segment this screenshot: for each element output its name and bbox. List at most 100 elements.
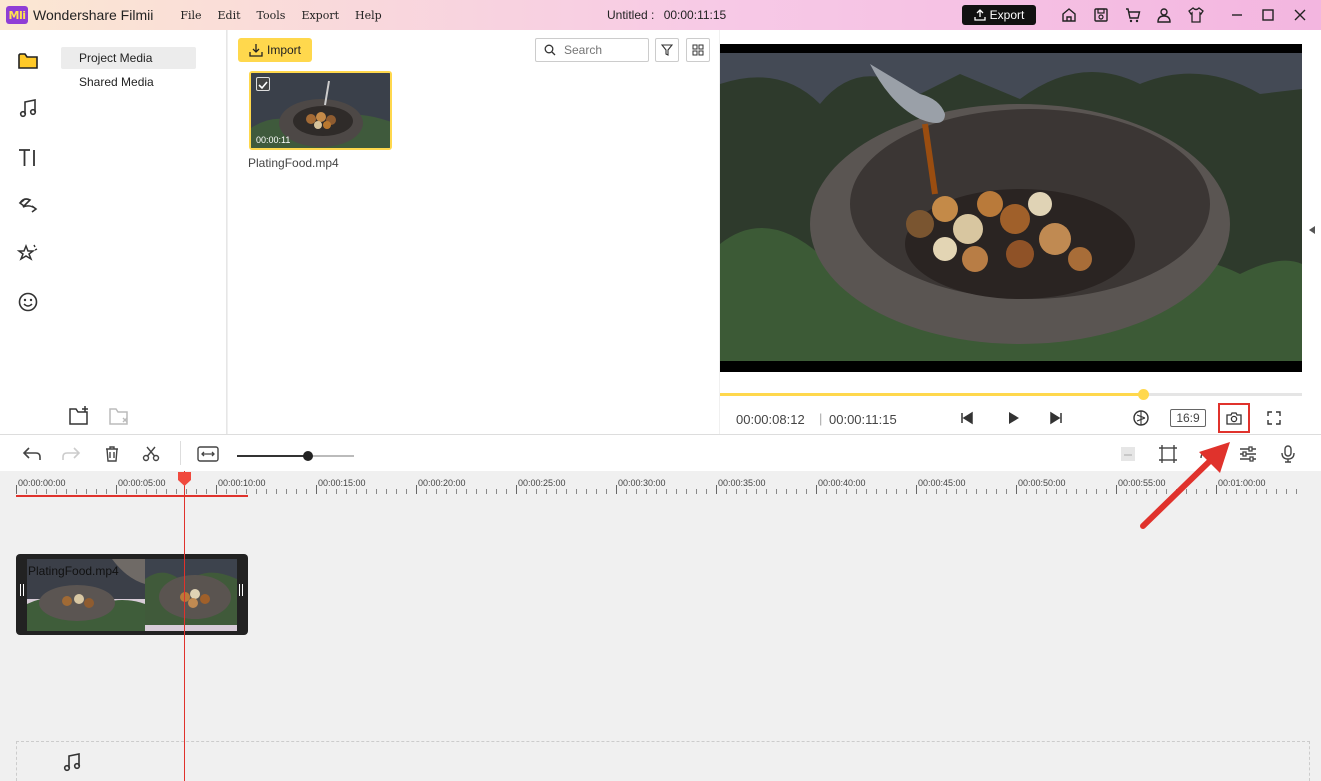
delete-icon[interactable] [101, 443, 123, 465]
ruler-major-tick [16, 485, 17, 494]
menu-export[interactable]: Export [301, 9, 339, 22]
clip-trim-handle-right[interactable] [239, 584, 243, 596]
category-label: Shared Media [79, 75, 154, 89]
ruler-major-tick [816, 485, 817, 494]
effects-icon[interactable] [16, 242, 40, 266]
filter-button[interactable] [655, 38, 679, 62]
search-input[interactable] [564, 43, 644, 57]
folder-icon[interactable] [16, 49, 40, 73]
ruler-tick-label: 00:00:25:00 [518, 478, 566, 488]
ruler-tick-label: 00:00:45:00 [918, 478, 966, 488]
checkbox-checked-icon[interactable] [256, 77, 270, 91]
ruler-tick-label: 00:00:40:00 [818, 478, 866, 488]
preview-panel: 00:00:08:12 | 00:00:11:15 16:9 [720, 30, 1321, 434]
menu-edit[interactable]: Edit [218, 9, 241, 22]
music-note-icon [61, 752, 83, 779]
video-clip[interactable]: PlatingFood.mp4 [16, 554, 248, 635]
food-preview-image [720, 44, 1302, 372]
home-icon[interactable] [1060, 6, 1078, 24]
aspect-ratio-button[interactable]: 16:9 [1170, 409, 1206, 427]
split-icon[interactable] [140, 443, 162, 465]
search-icon [544, 44, 556, 56]
category-shared-media[interactable]: Shared Media [61, 71, 196, 93]
search-field[interactable] [535, 38, 649, 62]
grid-view-button[interactable] [686, 38, 710, 62]
adjust-icon[interactable] [1237, 443, 1259, 465]
music-icon[interactable] [16, 97, 40, 121]
thumbnail-duration: 00:00:11 [256, 135, 291, 145]
ruler-major-tick [1016, 485, 1017, 494]
redo-icon [60, 443, 82, 465]
transition-icon[interactable] [16, 194, 40, 218]
ruler-major-tick [316, 485, 317, 494]
title-bar: Mli Wondershare Filmii File Edit Tools E… [0, 0, 1321, 30]
export-label: Export [989, 8, 1025, 22]
ruler-tick-label: 00:00:00:00 [18, 478, 66, 488]
collapse-right-icon[interactable] [1309, 226, 1315, 234]
current-time: 00:00:08:12 [736, 412, 805, 427]
shirt-icon[interactable] [1187, 6, 1205, 24]
zoom-slider-knob[interactable] [303, 451, 314, 461]
left-sidebar [0, 30, 57, 434]
snapshot-button[interactable] [1218, 403, 1250, 433]
next-frame-icon[interactable] [1045, 407, 1067, 429]
clip-name: PlatingFood.mp4 [28, 564, 119, 578]
audio-track[interactable] [16, 741, 1310, 781]
new-folder-icon[interactable] [68, 405, 92, 432]
grid-icon [692, 44, 704, 56]
category-project-media[interactable]: Project Media [61, 47, 196, 69]
progress-knob[interactable] [1138, 389, 1150, 400]
speed-icon[interactable] [1197, 443, 1219, 465]
download-icon [249, 44, 263, 57]
fit-timeline-icon[interactable] [197, 443, 219, 465]
ruler-minor-ticks [16, 489, 1306, 494]
ruler-major-tick [916, 485, 917, 494]
media-library: Import 00:00:11 PlatingFoo [228, 30, 719, 434]
playhead-handle[interactable] [177, 471, 192, 487]
crop-icon[interactable] [1157, 443, 1179, 465]
microphone-icon[interactable] [1277, 443, 1299, 465]
menu-file[interactable]: File [180, 9, 201, 22]
preview-progress-bar[interactable] [720, 389, 1302, 400]
minimize-icon[interactable] [1228, 6, 1246, 24]
ruler-tick-label: 00:00:20:00 [418, 478, 466, 488]
menu-tools[interactable]: Tools [257, 9, 286, 22]
clip-trim-handle-left[interactable] [20, 584, 24, 596]
previous-frame-icon[interactable] [956, 407, 978, 429]
document-name: Untitled : [607, 8, 655, 22]
undo-icon[interactable] [21, 443, 43, 465]
ruler-tick-label: 00:01:00:00 [1218, 478, 1266, 488]
app-window: Mli Wondershare Filmii File Edit Tools E… [0, 0, 1321, 781]
text-icon[interactable] [16, 146, 40, 170]
ruler-tick-label: 00:00:35:00 [718, 478, 766, 488]
render-preview-icon[interactable] [1130, 407, 1152, 429]
time-separator: | [819, 411, 823, 426]
export-button[interactable]: Export [962, 5, 1036, 25]
menu-help[interactable]: Help [355, 9, 382, 22]
import-button[interactable]: Import [238, 38, 312, 62]
media-thumbnail[interactable]: 00:00:11 [249, 71, 392, 150]
zoom-slider-fill [237, 455, 309, 457]
ruler-major-tick [416, 485, 417, 494]
sticker-icon[interactable] [16, 290, 40, 314]
timeline: 00:00:00:00 00:00:05:00 00:00:10:00 00:00:1… [0, 471, 1321, 781]
document-title: Untitled : 00:00:11:15 [607, 8, 726, 22]
ruler-major-tick [216, 485, 217, 494]
zoom-slider[interactable] [237, 451, 354, 461]
ruler-tick-label: 00:00:55:00 [1118, 478, 1166, 488]
close-icon[interactable] [1291, 6, 1309, 24]
fullscreen-icon[interactable] [1263, 407, 1285, 429]
save-icon[interactable] [1092, 6, 1110, 24]
marker-icon [1117, 443, 1139, 465]
import-label: Import [266, 43, 301, 57]
play-icon[interactable] [1002, 407, 1024, 429]
document-duration: 00:00:11:15 [663, 8, 727, 22]
toolbar-divider [180, 441, 181, 465]
video-preview[interactable] [720, 44, 1302, 372]
ruler-tick-label: 00:00:10:00 [218, 478, 266, 488]
maximize-icon[interactable] [1259, 6, 1277, 24]
cart-icon[interactable] [1124, 6, 1142, 24]
thumbnail-filename: PlatingFood.mp4 [248, 156, 339, 170]
edit-toolbar [0, 434, 1321, 471]
user-icon[interactable] [1155, 6, 1173, 24]
